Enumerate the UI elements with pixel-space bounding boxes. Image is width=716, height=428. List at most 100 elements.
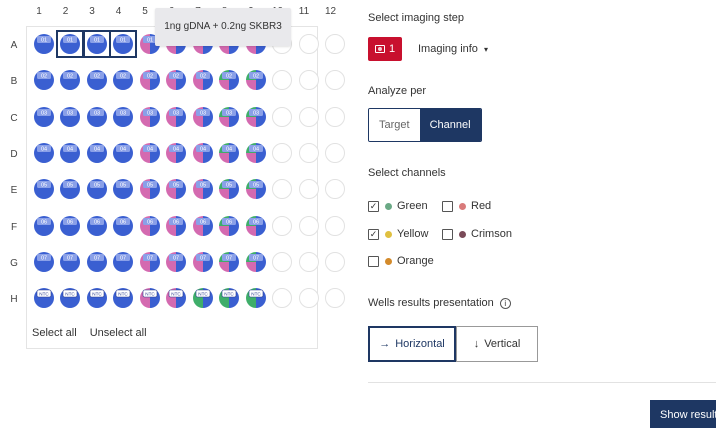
well-c2[interactable]: 03 <box>59 106 81 128</box>
well-d5[interactable]: 04 <box>139 142 161 164</box>
well-e8[interactable]: 05 <box>218 178 240 200</box>
well-f2[interactable]: 06 <box>59 215 81 237</box>
well-d4[interactable]: 04 <box>112 142 134 164</box>
well-empty[interactable] <box>272 106 292 127</box>
well-empty[interactable] <box>272 288 292 309</box>
well-e4[interactable]: 05 <box>112 178 134 200</box>
channel-crimson[interactable]: Crimson <box>442 228 512 240</box>
well-f8[interactable]: 06 <box>218 215 240 237</box>
well-f1[interactable]: 06 <box>33 215 55 237</box>
well-e5[interactable]: 05 <box>139 178 161 200</box>
well-a2[interactable]: 01 <box>56 30 84 58</box>
column-label[interactable]: 11 <box>291 6 317 17</box>
well-h4[interactable]: NTC <box>112 287 134 309</box>
well-empty[interactable] <box>325 288 345 309</box>
horizontal-button[interactable]: → Horizontal <box>368 326 456 362</box>
well-g1[interactable]: 07 <box>33 251 55 273</box>
well-empty[interactable] <box>272 215 292 236</box>
well-h7[interactable]: NTC <box>192 287 214 309</box>
well-d3[interactable]: 04 <box>86 142 108 164</box>
well-d2[interactable]: 04 <box>59 142 81 164</box>
well-h5[interactable]: NTC <box>139 287 161 309</box>
well-empty[interactable] <box>272 179 292 200</box>
column-label[interactable]: 2 <box>53 6 79 17</box>
row-label[interactable]: H <box>8 294 20 305</box>
well-empty[interactable] <box>298 288 319 309</box>
well-f6[interactable]: 06 <box>165 215 187 237</box>
well-e1[interactable]: 05 <box>33 178 55 200</box>
well-b4[interactable]: 02 <box>112 69 134 91</box>
well-d9[interactable]: 04 <box>245 142 267 164</box>
well-empty[interactable] <box>325 215 345 236</box>
well-empty[interactable] <box>298 106 319 127</box>
well-empty[interactable] <box>298 179 319 200</box>
well-a4[interactable]: 01 <box>109 30 137 58</box>
well-empty[interactable] <box>325 106 345 127</box>
well-g4[interactable]: 07 <box>112 251 134 273</box>
well-e7[interactable]: 05 <box>192 178 214 200</box>
well-empty[interactable] <box>272 70 292 91</box>
well-b7[interactable]: 02 <box>192 69 214 91</box>
row-label[interactable]: F <box>8 222 20 233</box>
well-c9[interactable]: 03 <box>245 106 267 128</box>
well-b6[interactable]: 02 <box>165 69 187 91</box>
column-label[interactable]: 12 <box>318 6 344 17</box>
channel-red[interactable]: Red <box>442 200 491 212</box>
well-empty[interactable] <box>272 251 292 272</box>
row-label[interactable]: G <box>8 258 20 269</box>
well-a3[interactable]: 01 <box>82 30 111 58</box>
well-f7[interactable]: 06 <box>192 215 214 237</box>
well-empty[interactable] <box>325 34 345 54</box>
well-f9[interactable]: 06 <box>245 215 267 237</box>
column-label[interactable]: 3 <box>79 6 105 17</box>
row-label[interactable]: C <box>8 113 20 124</box>
well-g9[interactable]: 07 <box>245 251 267 273</box>
well-g2[interactable]: 07 <box>59 251 81 273</box>
analyze-target-option[interactable]: Target <box>369 109 420 141</box>
well-empty[interactable] <box>325 142 345 163</box>
well-empty[interactable] <box>272 142 292 163</box>
well-b1[interactable]: 02 <box>33 69 55 91</box>
well-c7[interactable]: 03 <box>192 106 214 128</box>
well-f5[interactable]: 06 <box>139 215 161 237</box>
row-label[interactable]: B <box>8 76 20 87</box>
well-c6[interactable]: 03 <box>165 106 187 128</box>
well-empty[interactable] <box>298 215 319 236</box>
row-label[interactable]: D <box>8 149 20 160</box>
well-d7[interactable]: 04 <box>192 142 214 164</box>
channel-yellow[interactable]: ✓ Yellow <box>368 228 428 240</box>
well-c1[interactable]: 03 <box>33 106 55 128</box>
checkbox[interactable]: ✓ <box>368 228 379 240</box>
well-h2[interactable]: NTC <box>59 287 81 309</box>
unselect-all-link[interactable]: Unselect all <box>90 327 147 339</box>
info-icon[interactable]: i <box>499 297 511 309</box>
checkbox[interactable] <box>368 255 379 267</box>
well-e3[interactable]: 05 <box>86 178 108 200</box>
select-all-link[interactable]: Select all <box>32 327 77 339</box>
checkbox[interactable] <box>442 228 453 240</box>
well-empty[interactable] <box>298 142 319 163</box>
well-c3[interactable]: 03 <box>86 106 108 128</box>
well-g7[interactable]: 07 <box>192 251 214 273</box>
well-f4[interactable]: 06 <box>112 215 134 237</box>
imaging-step-button[interactable]: 1 <box>368 37 402 61</box>
well-e9[interactable]: 05 <box>245 178 267 200</box>
well-b3[interactable]: 02 <box>86 69 108 91</box>
well-c8[interactable]: 03 <box>218 106 240 128</box>
well-empty[interactable] <box>325 251 345 272</box>
well-f3[interactable]: 06 <box>86 215 108 237</box>
well-b2[interactable]: 02 <box>59 69 81 91</box>
well-h6[interactable]: NTC <box>165 287 187 309</box>
well-empty[interactable] <box>325 179 345 200</box>
well-d1[interactable]: 04 <box>33 142 55 164</box>
well-empty[interactable] <box>298 70 319 91</box>
channel-green[interactable]: ✓ Green <box>368 200 428 212</box>
well-e6[interactable]: 05 <box>165 178 187 200</box>
vertical-button[interactable]: ↓ Vertical <box>456 326 538 362</box>
well-e2[interactable]: 05 <box>59 178 81 200</box>
show-results-button[interactable]: Show results <box>650 400 716 428</box>
well-b8[interactable]: 02 <box>218 69 240 91</box>
well-a1[interactable]: 01 <box>33 33 55 55</box>
well-g5[interactable]: 07 <box>139 251 161 273</box>
well-b5[interactable]: 02 <box>139 69 161 91</box>
